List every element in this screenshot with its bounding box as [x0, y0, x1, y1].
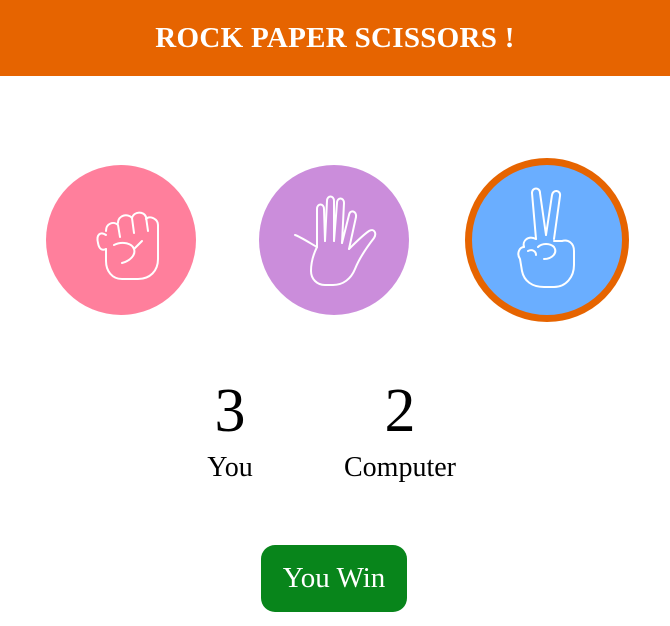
computer-score-value: 2 [384, 377, 416, 445]
app-header: ROCK PAPER SCISSORS ! [0, 0, 670, 76]
scissors-peace-hand-icon [517, 187, 575, 288]
computer-score: 2 Computer [320, 380, 480, 484]
scissors-choice-button[interactable] [465, 158, 629, 322]
player-score-label: You [207, 452, 253, 483]
rock-fist-icon [96, 211, 159, 280]
computer-score-label: Computer [344, 452, 456, 483]
player-score: 3 You [170, 380, 290, 484]
result-badge: You Win [261, 545, 407, 612]
rock-choice-button[interactable] [46, 165, 196, 315]
game-title: ROCK PAPER SCISSORS ! [155, 21, 515, 54]
player-score-value: 3 [214, 377, 246, 445]
paper-choice-button[interactable] [259, 165, 409, 315]
paper-open-hand-icon [294, 195, 377, 286]
